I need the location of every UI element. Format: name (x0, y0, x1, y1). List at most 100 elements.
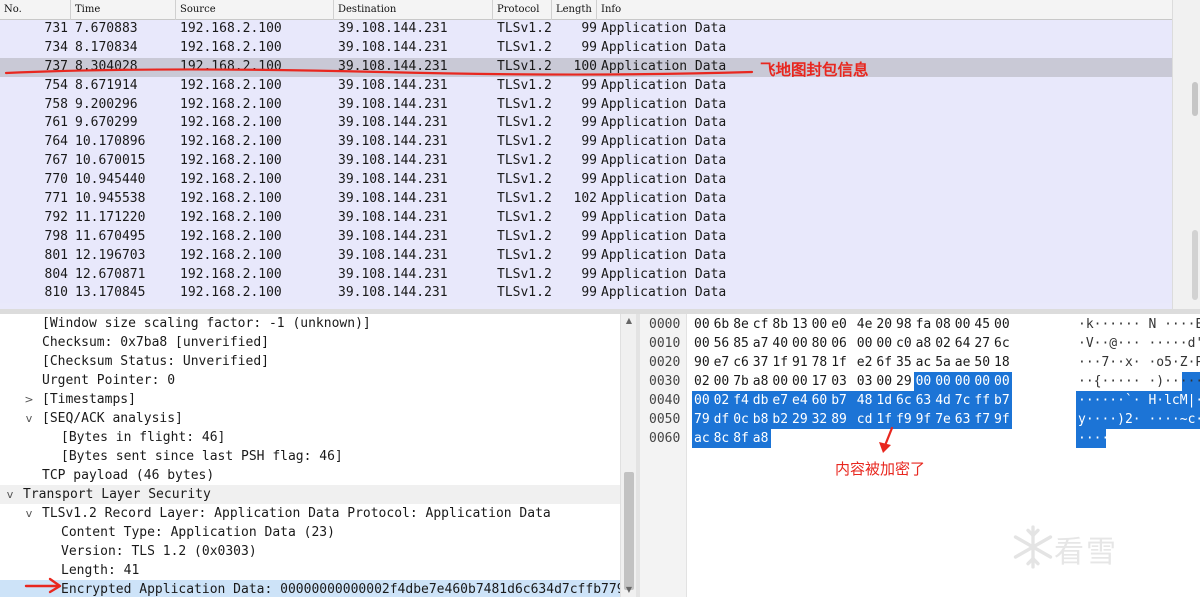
hex-byte[interactable]: 8b (772, 315, 792, 334)
hex-byte[interactable]: 4e (857, 315, 877, 334)
hex-byte[interactable]: 02 (714, 391, 734, 410)
packet-list-minimap[interactable] (1192, 230, 1198, 300)
hex-byte[interactable]: 80 (812, 334, 832, 353)
column-header-time[interactable]: Time (71, 0, 176, 20)
hex-byte[interactable]: 08 (935, 315, 955, 334)
hex-byte[interactable]: 18 (994, 353, 1014, 372)
packet-list-scroll-thumb[interactable] (1192, 82, 1198, 116)
hex-byte[interactable]: a8 (916, 334, 936, 353)
hex-byte[interactable]: 00 (857, 334, 877, 353)
details-tree-item[interactable]: > [Timestamps] (0, 390, 620, 409)
hex-byte[interactable]: 4d (935, 391, 955, 410)
details-tree-item[interactable]: Urgent Pointer: 0 (0, 371, 620, 390)
hex-byte[interactable]: df (714, 410, 734, 429)
hex-byte[interactable]: 00 (994, 372, 1014, 391)
hex-byte[interactable]: 91 (792, 353, 812, 372)
hex-byte[interactable]: 29 (896, 372, 916, 391)
column-header-source[interactable]: Source (176, 0, 334, 20)
hex-byte[interactable]: 00 (916, 372, 936, 391)
details-tree-item[interactable]: [Bytes in flight: 46] (0, 428, 620, 447)
hex-byte[interactable]: 29 (792, 410, 812, 429)
expanded-chevron-icon[interactable]: v (23, 409, 35, 428)
details-scrollbar[interactable]: ▲ ▼ (620, 314, 636, 597)
packet-list-pane[interactable]: No. Time Source Destination Protocol Len… (0, 0, 1200, 309)
details-tree-item[interactable]: [Checksum Status: Unverified] (0, 352, 620, 371)
ascii-dump-line[interactable]: ·V··@··· ·····d'l (1078, 334, 1200, 353)
column-header-info[interactable]: Info (597, 0, 1172, 20)
hex-byte[interactable]: c0 (896, 334, 916, 353)
column-header-destination[interactable]: Destination (334, 0, 493, 20)
hex-byte[interactable]: 9f (916, 410, 936, 429)
details-tree-item[interactable]: v Transport Layer Security (0, 485, 620, 504)
hex-byte[interactable]: 50 (974, 353, 994, 372)
hex-byte[interactable]: 6c (896, 391, 916, 410)
hex-byte[interactable]: ac (694, 429, 714, 448)
hex-byte[interactable]: db (753, 391, 773, 410)
hex-byte[interactable]: b8 (753, 410, 773, 429)
hex-byte[interactable]: 00 (772, 372, 792, 391)
hex-byte[interactable]: 00 (955, 315, 975, 334)
hex-byte[interactable]: e0 (831, 315, 851, 334)
hex-byte[interactable]: c6 (733, 353, 753, 372)
hex-byte[interactable]: 27 (974, 334, 994, 353)
hex-byte[interactable]: 00 (935, 372, 955, 391)
hex-byte[interactable]: 89 (831, 410, 851, 429)
hex-byte[interactable]: 8e (733, 315, 753, 334)
hex-byte[interactable]: 32 (812, 410, 832, 429)
hex-byte[interactable]: a8 (753, 372, 773, 391)
ascii-dump-line[interactable]: ···· (1078, 429, 1109, 448)
hex-byte[interactable]: b2 (772, 410, 792, 429)
expanded-chevron-icon[interactable]: v (23, 504, 35, 523)
hex-byte[interactable]: 8f (733, 429, 753, 448)
scroll-up-icon[interactable]: ▲ (621, 314, 636, 328)
packet-row[interactable]: 764 10.170896 192.168.2.100 39.108.144.231 T… (0, 133, 1172, 153)
details-tree-item[interactable]: v TLSv1.2 Record Layer: Application Data … (0, 504, 620, 523)
hex-byte[interactable]: 90 (694, 353, 714, 372)
hex-byte[interactable]: 1f (831, 353, 851, 372)
column-header-length[interactable]: Length (552, 0, 597, 20)
hex-byte[interactable]: 00 (694, 334, 714, 353)
hex-byte[interactable]: 00 (974, 372, 994, 391)
hex-byte[interactable]: 7c (955, 391, 975, 410)
hex-byte[interactable]: ac (916, 353, 936, 372)
hex-byte[interactable]: 56 (714, 334, 734, 353)
hex-byte[interactable]: 7e (935, 410, 955, 429)
hex-byte[interactable]: 8c (714, 429, 734, 448)
hex-byte[interactable]: 64 (955, 334, 975, 353)
hex-byte[interactable]: 6b (714, 315, 734, 334)
hex-byte[interactable]: 45 (974, 315, 994, 334)
packet-row[interactable]: 758 9.200296 192.168.2.100 39.108.144.231 TL… (0, 95, 1172, 115)
column-header-protocol[interactable]: Protocol (493, 0, 552, 20)
hex-byte[interactable]: 00 (876, 334, 896, 353)
details-tree-item[interactable]: Encrypted Application Data: 000000000000… (0, 580, 636, 597)
collapsed-chevron-icon[interactable]: > (23, 390, 35, 409)
hex-byte[interactable]: 13 (792, 315, 812, 334)
hex-byte[interactable]: ae (955, 353, 975, 372)
details-scroll-thumb[interactable] (624, 472, 634, 590)
hex-byte[interactable]: e2 (857, 353, 877, 372)
ascii-dump-line[interactable]: ··{····· ·)····· (1078, 372, 1200, 391)
hex-byte[interactable]: 85 (733, 334, 753, 353)
hex-byte[interactable]: 1d (876, 391, 896, 410)
packet-row[interactable]: 804 12.670871 192.168.2.100 39.108.144.231 T… (0, 265, 1172, 285)
hex-byte[interactable]: 02 (694, 372, 714, 391)
hex-byte[interactable]: 00 (792, 334, 812, 353)
packet-row[interactable]: 771 10.945538 192.168.2.100 39.108.144.231 T… (0, 190, 1172, 209)
hex-byte[interactable]: 9f (994, 410, 1014, 429)
scroll-down-icon[interactable]: ▼ (621, 583, 636, 597)
hex-byte[interactable]: 00 (876, 372, 896, 391)
ascii-dump-line[interactable]: ·k······ N ····E (1078, 315, 1200, 334)
details-tree-item[interactable]: [Bytes sent since last PSH flag: 46] (0, 447, 620, 466)
hex-byte[interactable]: 00 (694, 391, 714, 410)
details-tree-item[interactable]: Content Type: Application Data (23) (0, 523, 620, 542)
packet-row[interactable]: 770 10.945440 192.168.2.100 39.108.144.231 T… (0, 171, 1172, 191)
hex-byte[interactable]: b7 (994, 391, 1014, 410)
hex-byte[interactable]: 06 (831, 334, 851, 353)
packet-details-pane[interactable]: [Window size scaling factor: -1 (unknown… (0, 314, 636, 597)
hex-byte[interactable]: 00 (994, 315, 1014, 334)
hex-byte[interactable]: 03 (857, 372, 877, 391)
hex-byte[interactable]: 6f (876, 353, 896, 372)
hex-byte[interactable]: ff (974, 391, 994, 410)
hex-byte[interactable]: a8 (753, 429, 773, 448)
hex-byte[interactable]: 48 (857, 391, 877, 410)
